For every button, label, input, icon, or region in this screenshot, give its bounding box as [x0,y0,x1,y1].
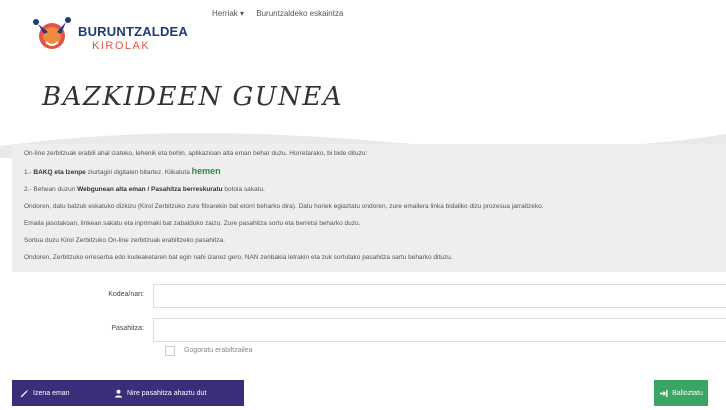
here-link[interactable]: hemen [192,166,221,176]
code-label: Kodea/nan: [108,291,144,298]
info-line: Emaila jasotakoan, linkean sakatu eta in… [24,220,361,227]
forgot-password-button[interactable]: Nire pasahitza ahaztu dut [106,380,244,406]
register-label: Izena eman [33,389,70,397]
user-icon [114,389,123,398]
page-title: BAZKIDEEN GUNEA [42,82,344,112]
password-label: Pasahitza: [111,325,144,332]
forgot-password-label: Nire pasahitza ahaztu dut [127,389,207,397]
top-nav: Herriak ▾ Buruntzaldeko eskaintza [212,9,353,18]
register-button[interactable]: Izena eman [12,380,106,406]
site-header: BURUNTZALDEA KIROLAK Herriak ▾ Buruntzal… [0,0,726,62]
info-line: Sortua duzu Kirol Zerbitzuko On-line zer… [24,237,225,244]
info-line: Ondoren, Zerbitzuko erreserba edo kudeak… [24,254,453,261]
info-line: 2.- Behean duzun Webgunean alta eman / P… [24,186,265,193]
logo-title: BURUNTZALDEA [78,24,188,39]
info-line: Ondoren, datu batzuk eskatuko dizkizu (K… [24,203,544,210]
password-input[interactable] [153,318,726,342]
validate-label: Balioztatu [672,389,703,397]
remember-label[interactable]: Gogoratu erabiltzailea [184,347,253,354]
sign-in-icon [660,389,668,397]
info-line: 1.- BAKQ eta Izenpe ziurtagiri digitalen… [24,166,221,177]
logo-subtitle: KIROLAK [92,40,151,52]
logo-mark-icon [33,17,71,49]
login-form: Kodea/nan: Pasahitza: Gogoratu erabiltza… [12,272,726,374]
pencil-icon [20,389,29,397]
validate-button[interactable]: Balioztatu [654,380,708,406]
nav-item-herriak[interactable]: Herriak ▾ [212,9,244,18]
nav-item-eskaintza[interactable]: Buruntzaldeko eskaintza [256,9,343,18]
remember-checkbox[interactable] [165,346,175,356]
info-line: On-line zerbitzuak erabili ahal izateko,… [24,150,368,157]
logo[interactable]: BURUNTZALDEA KIROLAK [30,14,190,56]
info-panel: On-line zerbitzuak erabili ahal izateko,… [12,144,726,272]
code-input[interactable] [153,284,726,308]
